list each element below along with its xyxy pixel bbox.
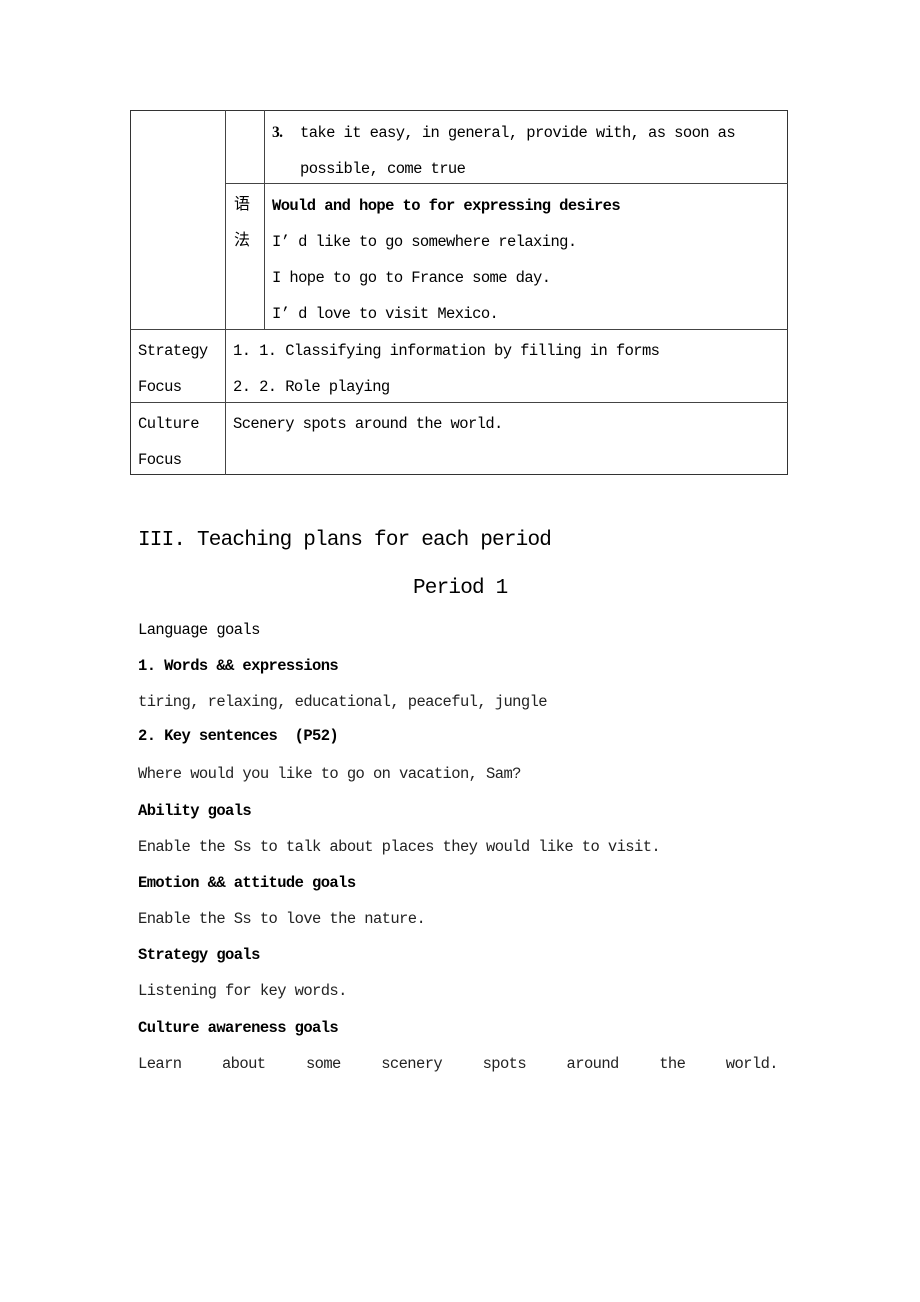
- table-col-divider-1: [225, 110, 226, 475]
- period-title: Period 1: [413, 577, 508, 600]
- strategy-item-1: 1. 1. Classifying information by filling…: [233, 342, 660, 360]
- ability-goals-heading: Ability goals: [138, 802, 252, 820]
- culture-goals-text: Learn about some scenery spots around th…: [138, 1054, 779, 1074]
- phrases-line-1: take it easy, in general, provide with, …: [300, 123, 780, 143]
- table-row-divider-3: [130, 402, 788, 403]
- grammar-label-char-2: 法: [234, 230, 251, 249]
- culture-word: the: [659, 1055, 686, 1073]
- key-sentence: Where would you like to go on vacation, …: [138, 765, 521, 783]
- phrases-number: 3.: [272, 124, 283, 141]
- section-heading: III. Teaching plans for each period: [138, 529, 552, 552]
- culture-word: world.: [725, 1055, 779, 1073]
- grammar-example-3: I’ d love to visit Mexico.: [272, 305, 499, 323]
- culture-goals-heading: Culture awareness goals: [138, 1019, 339, 1037]
- emotion-goals-text: Enable the Ss to love the nature.: [138, 910, 426, 928]
- grammar-heading: Would and hope to for expressing desires: [272, 197, 621, 215]
- table-row-divider-2: [130, 329, 788, 330]
- words-text: tiring, relaxing, educational, peaceful,…: [138, 693, 548, 711]
- emotion-goals-heading: Emotion && attitude goals: [138, 874, 356, 892]
- culture-focus-text: Scenery spots around the world.: [233, 415, 503, 433]
- phrases-text: take it easy, in general, provide with, …: [300, 124, 736, 142]
- strategy-label-line-1: Strategy: [138, 342, 208, 360]
- table-row-divider-1: [225, 183, 788, 184]
- strategy-item-2: 2. 2. Role playing: [233, 378, 390, 396]
- strategy-goals-text: Listening for key words.: [138, 982, 347, 1000]
- culture-word: about: [221, 1055, 266, 1073]
- strategy-goals-heading: Strategy goals: [138, 946, 260, 964]
- culture-word: around: [566, 1055, 620, 1073]
- language-goals-label: Language goals: [138, 621, 260, 639]
- grammar-example-1: I’ d like to go somewhere relaxing.: [272, 233, 577, 251]
- culture-word: some: [305, 1055, 341, 1073]
- table-col-divider-2: [264, 110, 265, 330]
- culture-word: spots: [482, 1055, 527, 1073]
- strategy-label-line-2: Focus: [138, 378, 182, 396]
- grammar-label-char-1: 语: [234, 194, 251, 213]
- culture-label-line-1: Culture: [138, 415, 200, 433]
- phrases-line-2: possible, come true: [300, 160, 466, 178]
- grammar-example-2: I hope to go to France some day.: [272, 269, 551, 287]
- key-sentences-heading: 2. Key sentences (P52): [138, 727, 339, 745]
- culture-label-line-2: Focus: [138, 451, 182, 469]
- culture-word: Learn: [138, 1055, 182, 1073]
- words-heading: 1. Words && expressions: [138, 657, 339, 675]
- ability-goals-text: Enable the Ss to talk about places they …: [138, 838, 661, 856]
- culture-word: scenery: [381, 1055, 443, 1073]
